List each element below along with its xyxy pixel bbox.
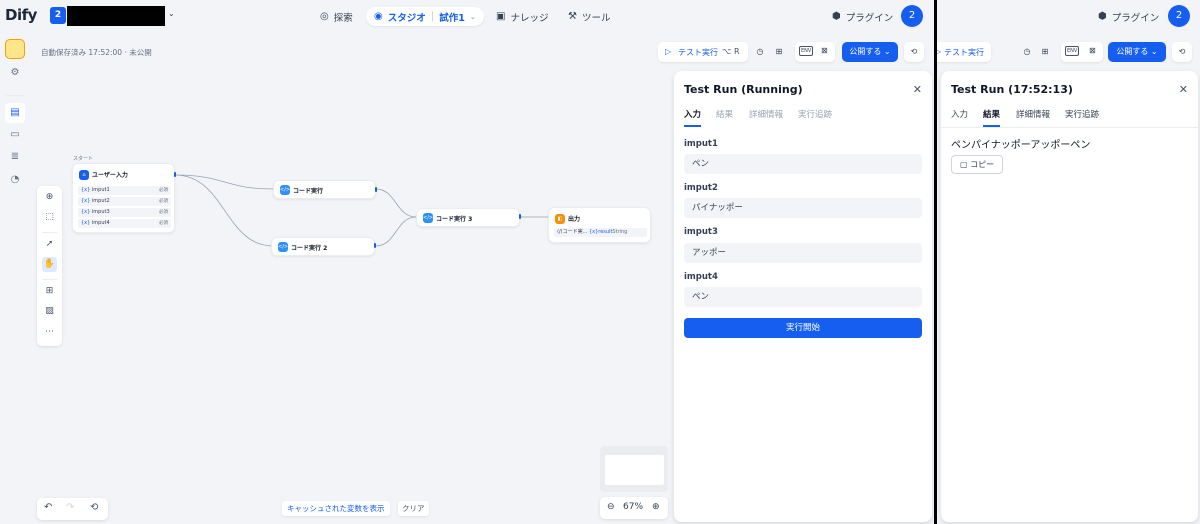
code-node-1-title: コード実行 <box>293 188 324 195</box>
code-icon: </> <box>280 185 291 195</box>
organize-icon[interactable]: ⊞ <box>42 284 57 299</box>
tab-trace[interactable]: 実行追跡 <box>1065 108 1099 120</box>
var-row: {x} imput1 必須 <box>78 186 171 195</box>
test-run-result-panel: Test Run (17:52:13) ✕ 入力 結果 詳細情報 実行追跡 ペン… <box>941 71 1198 522</box>
avatar[interactable]: 2 <box>1168 5 1190 27</box>
canvas-toolbar: ⊕ ⬚ ➚ ✋ ⊞ ▨ ⋯ <box>37 186 62 346</box>
undo-redo-bar: ↶ ↷ ⟲ <box>37 498 108 520</box>
active-tab-indicator <box>684 125 701 127</box>
cube-icon: ⬢ <box>1098 11 1107 22</box>
history-icon[interactable]: ⟲ <box>1172 42 1192 62</box>
code-node-3[interactable]: </> コード実行 3 <box>416 208 520 227</box>
nav-plugins-label: プラグイン <box>1111 12 1160 24</box>
result-output: ペンパイナッポーアッポーペン <box>951 140 1091 151</box>
field-label: imput1 <box>684 139 718 149</box>
test-run-title: Test Run (17:52:13) <box>951 83 1073 96</box>
input-field[interactable]: ペン <box>684 154 922 174</box>
run-start-button[interactable]: 実行開始 <box>684 318 922 338</box>
test-run-title: Test Run (Running) <box>684 83 803 96</box>
test-run-label: テスト実行 <box>944 48 984 57</box>
redo-icon[interactable]: ↷ <box>66 502 74 513</box>
close-icon[interactable]: ✕ <box>1179 83 1188 96</box>
code-icon: </> <box>278 242 289 252</box>
variable-icon[interactable]: ⊠ <box>1089 46 1096 55</box>
input-field[interactable]: パイナッポー <box>684 198 922 218</box>
close-icon[interactable]: ✕ <box>913 83 922 96</box>
publish-button[interactable]: 公開する ⌄ <box>1108 42 1166 62</box>
code-node-2-title: コード実行 2 <box>291 245 328 252</box>
features-icon[interactable]: ⊞ <box>1037 42 1053 62</box>
zoom-in-icon[interactable]: ⊕ <box>652 502 660 512</box>
user-input-node[interactable]: ⌂ ユーザー入力 {x} imput1 必須 {x} imput2 必須 {x} i… <box>72 163 175 233</box>
home-icon: ⌂ <box>79 170 89 180</box>
tab-result[interactable]: 結果 <box>716 108 733 120</box>
code-node-2[interactable]: </> コード実行 2 <box>271 237 375 256</box>
history-icon[interactable]: ⟲ <box>90 502 98 513</box>
right-app-window: ⬢ プラグイン 2 ▷ テスト実行 ◷ ⊞ ENV ⊠ 公開する ⌄ ⟲ Tes… <box>937 0 1200 524</box>
field-label: imput3 <box>684 227 718 237</box>
tab-details[interactable]: 詳細情報 <box>749 108 783 120</box>
more-icon[interactable]: ⋯ <box>42 325 57 340</box>
code-node-3-title: コード実行 3 <box>436 216 473 223</box>
zoom-control: ⊖ 67% ⊕ <box>600 497 668 519</box>
tab-input[interactable]: 入力 <box>684 108 701 120</box>
output-var-row: ⟨/⟩コード実... {x}resultString <box>554 228 647 237</box>
toolbar-divider <box>42 279 57 280</box>
user-input-node-title: ユーザー入力 <box>92 172 128 179</box>
clipboard-icon: ▢ <box>960 160 968 169</box>
edge-code1-code3 <box>375 188 417 218</box>
edge-code2-code3 <box>375 216 417 247</box>
env-conversation-group: ENV ⊠ <box>1061 42 1103 62</box>
minimap-viewport <box>605 455 664 485</box>
left-app-window: Dify 2 ⌄ ◎ 探索 ◉ スタジオ | 試作1 ⌄ ▣ ナレッジ ⚒ ツー… <box>0 0 934 524</box>
start-node-label: スタート <box>73 156 94 162</box>
add-node-icon[interactable]: ⊕ <box>42 190 57 205</box>
node-handle[interactable] <box>519 214 521 219</box>
var-row: {x} imput4 必須 <box>78 219 171 228</box>
checklist-icon[interactable]: ◷ <box>1019 42 1035 62</box>
zoom-out-icon[interactable]: ⊖ <box>607 502 615 512</box>
show-cached-vars-button[interactable]: キャッシュされた変数を表示 <box>282 501 390 516</box>
tab-result[interactable]: 結果 <box>983 108 1000 120</box>
test-run-button[interactable]: ▷ テスト実行 <box>937 42 991 62</box>
node-handle[interactable] <box>375 187 377 192</box>
pointer-icon[interactable]: ➚ <box>42 237 57 252</box>
play-icon: ▷ <box>937 47 942 56</box>
undo-icon[interactable]: ↶ <box>44 502 52 513</box>
var-row: {x} imput2 必須 <box>78 197 171 206</box>
hand-icon[interactable]: ✋ <box>42 257 57 272</box>
tab-details[interactable]: 詳細情報 <box>1016 108 1050 120</box>
zoom-level[interactable]: 67% <box>623 502 643 512</box>
tab-trace[interactable]: 実行追跡 <box>798 108 832 120</box>
clear-button[interactable]: クリア <box>398 501 429 516</box>
test-run-panel: Test Run (Running) ✕ 入力 結果 詳細情報 実行追跡 imp… <box>674 71 932 522</box>
var-row: {x} imput3 必須 <box>78 208 171 217</box>
output-node[interactable]: ◧ 出力 ⟨/⟩コード実... {x}resultString <box>548 207 651 243</box>
export-image-icon[interactable]: ▨ <box>42 304 57 319</box>
copy-label: コピー <box>970 160 995 169</box>
node-handle[interactable] <box>174 172 176 177</box>
input-field[interactable]: ペン <box>684 287 922 307</box>
code-icon: </> <box>423 213 434 223</box>
toolbar-divider <box>42 232 57 233</box>
chevron-down-icon: ⌄ <box>1150 47 1158 56</box>
tab-input[interactable]: 入力 <box>951 108 968 120</box>
nav-plugins[interactable]: ⬢ プラグイン <box>1090 7 1167 26</box>
tab-divider <box>941 127 1198 128</box>
node-handle[interactable] <box>374 243 376 248</box>
copy-button[interactable]: ▢ コピー <box>951 155 1004 174</box>
publish-label: 公開する <box>1116 47 1149 56</box>
field-label: imput4 <box>684 272 718 282</box>
code-node-1[interactable]: </> コード実行 <box>273 180 376 199</box>
env-button[interactable]: ENV <box>1065 46 1080 56</box>
input-field[interactable]: アッポー <box>684 243 922 263</box>
output-icon: ◧ <box>555 214 565 224</box>
field-label: imput2 <box>684 183 718 193</box>
add-note-icon[interactable]: ⬚ <box>42 210 57 225</box>
output-node-title: 出力 <box>568 216 581 223</box>
edge-start-code2 <box>174 174 274 247</box>
minimap[interactable] <box>600 446 668 492</box>
